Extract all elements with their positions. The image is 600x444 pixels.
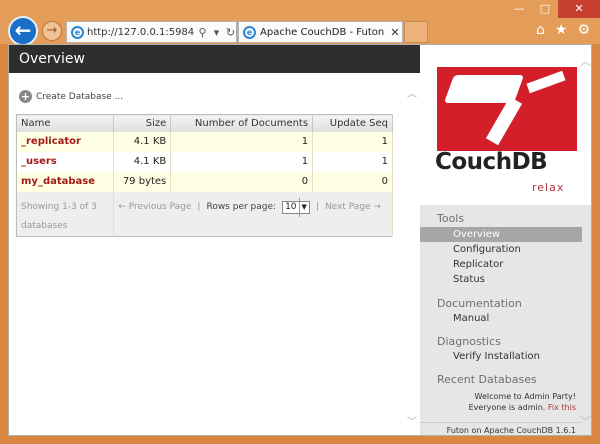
search-icon[interactable]: ⚲ — [197, 26, 208, 39]
welcome-text: Welcome to Admin Party! — [474, 392, 576, 401]
pagination-controls: ← Previous Page | Rows per page: 10 ▼ | … — [113, 191, 393, 236]
tab-close-icon[interactable]: ✕ — [388, 26, 402, 39]
pagination-separator: | — [197, 201, 201, 212]
sidebar-item-status[interactable]: Status — [420, 272, 582, 287]
page-viewport: Overview ︿ + Create Database ... Name Si… — [8, 44, 592, 436]
diagnostics-section-title: Diagnostics — [437, 335, 501, 348]
new-tab-button[interactable] — [404, 21, 428, 43]
database-doc-count: 1 — [170, 151, 314, 172]
browser-toolbar-icons: ⌂ ★ ⚙ — [536, 22, 590, 38]
sidebar-item-replicator[interactable]: Replicator — [420, 257, 582, 272]
pagination-summary: Showing 1-3 of 3 databases — [16, 191, 115, 236]
gear-icon[interactable]: ⚙ — [577, 22, 590, 38]
ie-icon: e — [71, 25, 84, 39]
documentation-section-title: Documentation — [437, 297, 522, 310]
version-footer: Futon on Apache CouchDB 1.6.1 — [420, 422, 582, 435]
home-icon[interactable]: ⌂ — [536, 22, 545, 38]
sidebar: ︿ CouchDB relax Tools Overview Configura… — [420, 45, 591, 435]
window-close-button[interactable]: ✕ — [558, 0, 600, 18]
maximize-button[interactable]: □ — [532, 0, 558, 18]
window-controls: — □ ✕ — [506, 0, 600, 18]
table-row: my_database 79 bytes 0 0 — [16, 171, 393, 192]
database-size: 4.1 KB — [113, 151, 172, 172]
couchdb-logo — [437, 67, 577, 151]
database-update-seq: 0 — [312, 171, 393, 192]
rows-per-page-value: 10 — [285, 201, 297, 212]
browser-window: — □ ✕ ← → e http://127.0.0.1:5984/_u ⚲ ▾… — [0, 0, 600, 444]
browser-chrome: — □ ✕ ← → e http://127.0.0.1:5984/_u ⚲ ▾… — [0, 0, 600, 46]
sidebar-item-manual[interactable]: Manual — [420, 311, 582, 326]
chevron-down-icon: ▼ — [298, 197, 307, 217]
column-header-documents[interactable]: Number of Documents — [170, 114, 314, 132]
recent-databases-section-title: Recent Databases — [437, 373, 537, 386]
logo-figure-arm — [526, 70, 566, 94]
page-title: Overview — [9, 45, 420, 73]
forward-button[interactable]: → — [42, 21, 62, 41]
scroll-down-icon[interactable]: ﹀ — [407, 413, 417, 428]
admin-text-line: Everyone is admin. Fix this — [420, 402, 576, 413]
tab-title: Apache CouchDB - Futon: ... — [260, 26, 384, 38]
sidebar-item-verify-installation[interactable]: Verify Installation — [420, 349, 582, 364]
tools-section-title: Tools — [437, 212, 465, 225]
database-link[interactable]: _users — [16, 151, 115, 172]
column-header-size[interactable]: Size — [113, 114, 172, 132]
favorites-star-icon[interactable]: ★ — [555, 22, 568, 38]
address-bar[interactable]: e http://127.0.0.1:5984/_u ⚲ ▾ ↻ — [66, 21, 237, 43]
dropdown-icon[interactable]: ▾ — [211, 26, 222, 39]
column-header-update-seq[interactable]: Update Seq — [312, 114, 393, 132]
sidebar-item-overview[interactable]: Overview — [420, 227, 582, 242]
next-page-link[interactable]: Next Page → — [325, 198, 381, 217]
table-footer-row: Showing 1-3 of 3 databases ← Previous Pa… — [16, 191, 393, 236]
add-icon: + — [19, 90, 32, 103]
logo-wordmark: CouchDB — [435, 149, 548, 175]
main-content: Overview ︿ + Create Database ... Name Si… — [9, 45, 420, 435]
databases-table: Name Size Number of Documents Update Seq… — [16, 114, 393, 237]
create-database-label: Create Database ... — [36, 91, 124, 102]
rows-per-page-label: Rows per page: — [206, 201, 277, 212]
logo-figure-leg — [485, 96, 523, 146]
browser-tab[interactable]: e Apache CouchDB - Futon: ... ✕ — [238, 21, 403, 43]
address-text[interactable]: http://127.0.0.1:5984/_u — [87, 27, 194, 38]
database-doc-count: 0 — [170, 171, 314, 192]
rows-per-page-select[interactable]: 10 ▼ — [282, 197, 310, 217]
refresh-icon[interactable]: ↻ — [225, 26, 236, 39]
database-update-seq: 1 — [312, 131, 393, 152]
database-update-seq: 1 — [312, 151, 393, 172]
scroll-up-icon[interactable]: ︿ — [407, 85, 417, 100]
database-size: 79 bytes — [113, 171, 172, 192]
admin-party-notice: Welcome to Admin Party! Everyone is admi… — [420, 391, 582, 413]
database-doc-count: 1 — [170, 131, 314, 152]
create-database-button[interactable]: + Create Database ... — [19, 90, 123, 103]
minimize-button[interactable]: — — [506, 0, 532, 18]
sidebar-scroll-up-icon[interactable]: ︿ — [580, 53, 591, 69]
logo-tagline: relax — [532, 181, 565, 194]
database-size: 4.1 KB — [113, 131, 172, 152]
table-row: _users 4.1 KB 1 1 — [16, 151, 393, 172]
column-header-name[interactable]: Name — [16, 114, 115, 132]
fix-this-link[interactable]: Fix this — [548, 403, 576, 412]
table-header-row: Name Size Number of Documents Update Seq — [16, 114, 393, 132]
everyone-admin-text: Everyone is admin. — [468, 403, 546, 412]
ie-icon: e — [243, 25, 256, 39]
back-button[interactable]: ← — [8, 16, 38, 46]
database-link[interactable]: my_database — [16, 171, 115, 192]
sidebar-scroll-down-icon[interactable]: ﹀ — [580, 413, 591, 429]
previous-page-link[interactable]: ← Previous Page — [118, 198, 191, 217]
database-link[interactable]: _replicator — [16, 131, 115, 152]
sidebar-item-configuration[interactable]: Configuration — [420, 242, 582, 257]
table-row: _replicator 4.1 KB 1 1 — [16, 131, 393, 152]
pagination-separator: | — [315, 201, 319, 212]
